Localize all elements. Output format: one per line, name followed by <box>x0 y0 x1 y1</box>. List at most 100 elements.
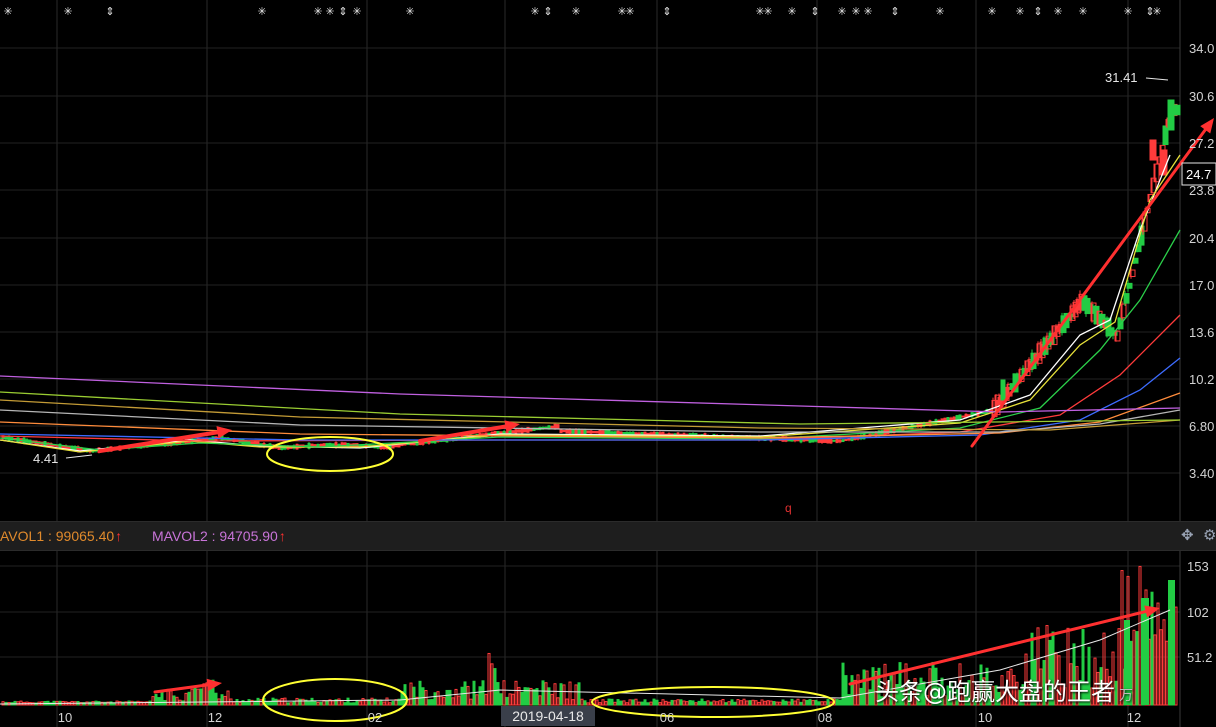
volume-bar <box>235 699 239 706</box>
volume-bar <box>871 667 875 706</box>
volume-bar <box>655 699 659 706</box>
mavol2-label: MAVOL2 : 94705.90↑ <box>152 528 286 544</box>
event-marker: ✳ <box>763 6 772 18</box>
candle-body <box>583 429 587 435</box>
volume-bar <box>835 699 839 706</box>
volume-bar <box>604 701 608 706</box>
gear-icon[interactable]: ⚙ <box>1203 526 1216 544</box>
volume-bar <box>688 700 692 706</box>
volume-bar <box>721 699 725 706</box>
volume-bar <box>502 680 506 706</box>
volume-bar <box>316 701 320 706</box>
candle-body <box>247 441 251 445</box>
volume-bar <box>268 701 272 706</box>
volume-bar <box>274 698 278 706</box>
candle-body <box>1162 125 1169 146</box>
volume-bar <box>370 697 374 706</box>
volume-bar <box>562 684 566 706</box>
volume-bar <box>805 699 809 706</box>
volume-bar <box>841 662 845 706</box>
volume-bar <box>643 699 647 706</box>
volume-bar <box>748 700 752 706</box>
volume-bar <box>484 693 488 706</box>
volume-bar <box>349 702 353 706</box>
candle-body <box>832 439 836 442</box>
marker-label: q <box>785 501 792 515</box>
volume-bar <box>580 698 584 706</box>
volume-bar <box>418 680 422 706</box>
volume-bar <box>601 699 605 706</box>
volume-bar <box>388 702 392 706</box>
volume-bar <box>310 697 314 706</box>
volume-bar <box>505 696 509 706</box>
volume-bar <box>652 698 656 706</box>
x-tick-label: 02 <box>368 710 382 725</box>
volume-bar <box>718 700 722 706</box>
event-marker: ⇕ <box>890 6 899 18</box>
event-marker: ⇕ <box>105 6 114 18</box>
volume-bar <box>460 686 464 706</box>
volume-bar <box>550 693 554 706</box>
volume-bar <box>1132 629 1136 706</box>
volume-bar <box>640 701 644 706</box>
volume-bar <box>859 687 863 706</box>
volume-bar <box>265 701 269 706</box>
volume-bar <box>793 700 797 706</box>
volume-bar <box>148 700 152 706</box>
volume-bar <box>790 698 794 706</box>
volume-bar <box>439 695 443 706</box>
volume-bar <box>694 702 698 706</box>
crosshair-move-icon[interactable]: ✥ <box>1181 526 1194 544</box>
current-price-label: 24.7 <box>1186 167 1211 182</box>
volume-bar <box>787 701 791 706</box>
volume-bar <box>340 699 344 706</box>
price-tick-label: 20.4 <box>1189 231 1214 246</box>
volume-bar <box>289 702 293 706</box>
event-marker: ✳ <box>987 6 996 18</box>
x-tick-label: 12 <box>1127 710 1141 725</box>
high-pointer <box>1145 77 1169 81</box>
volume-bar <box>421 687 425 706</box>
volume-bar <box>358 701 362 706</box>
volume-bar <box>679 699 683 706</box>
volume-bar <box>118 701 122 706</box>
price-tick-label: 34.0 <box>1189 41 1214 56</box>
candle-body <box>1132 257 1139 264</box>
x-tick-label: 12 <box>208 710 222 725</box>
volume-bar <box>157 697 161 706</box>
volume-bar <box>574 684 578 706</box>
volume-bar <box>427 699 431 706</box>
volume-bar <box>763 700 767 706</box>
candle-body <box>958 414 962 420</box>
price-tick-label: 17.0 <box>1189 278 1214 293</box>
volume-bar <box>469 698 473 706</box>
event-marker: ⇕ <box>1033 6 1042 18</box>
volume-bar <box>706 700 710 706</box>
volume-bar <box>337 698 341 706</box>
event-markers: ✳ ✳ ⇕ ✳ ✳ ✳ ⇕ ✳ ✳ ✳ ⇕ ✳ ✳✳ ⇕ ✳✳ ✳ ⇕ ✳ ✳ ✳ ⇕ ✳ ✳ ✳ ⇕ ✳ ✳ ✳ ⇕✳ <box>3 6 1161 18</box>
event-marker: ✳ <box>530 6 539 18</box>
volume-tick-label: 102 <box>1187 605 1209 620</box>
volume-axis: 153 102 51.2 <box>1187 559 1212 665</box>
candle-body <box>814 438 818 442</box>
volume-bar <box>214 692 218 706</box>
volume-bar <box>232 701 236 706</box>
event-marker: ✳ <box>935 6 944 18</box>
candle-body <box>1149 139 1157 161</box>
volume-bar <box>280 697 284 706</box>
volume-bar <box>1135 631 1139 706</box>
volume-bar <box>499 693 503 706</box>
volume-bar <box>1156 602 1160 706</box>
event-marker: ✳ <box>625 6 634 18</box>
volume-bar <box>826 699 830 706</box>
volume-bar <box>409 682 413 706</box>
volume-bar <box>325 700 329 706</box>
volume-bar <box>184 692 188 706</box>
candle-body <box>622 432 626 435</box>
candle-body <box>577 428 581 435</box>
volume-bar <box>181 700 185 706</box>
volume-bar <box>745 700 749 706</box>
volume-bar <box>676 699 680 706</box>
volume-bar <box>772 701 776 706</box>
volume-bar <box>856 674 860 706</box>
